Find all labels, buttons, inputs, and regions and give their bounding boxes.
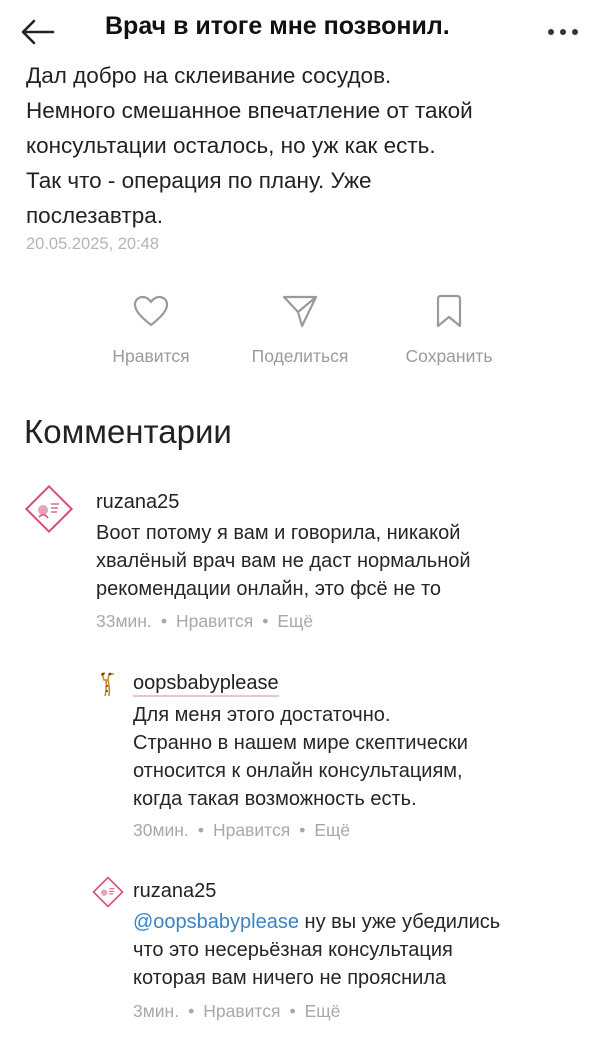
save-button[interactable]: Сохранить	[395, 290, 503, 367]
comment-username[interactable]: ruzana25	[133, 880, 216, 903]
header-bar: Врач в итоге мне позвонил.	[0, 0, 600, 62]
post-line: Дал добро на склеивание сосудов.	[26, 63, 392, 88]
like-label: Нравится	[112, 346, 190, 366]
comment-time: 30мин.	[133, 820, 189, 840]
comments-heading: Комментарии	[24, 413, 232, 450]
comment-meta: 33мин. • Нравится • Ещё	[96, 611, 314, 631]
comment-time: 3мин.	[133, 1001, 180, 1021]
comment-text: @oopsbabyplease ну вы уже убедились что …	[133, 908, 500, 992]
back-button[interactable]	[18, 14, 58, 50]
comment-line: ну вы уже убедились	[298, 911, 501, 933]
more-dots-icon	[548, 29, 554, 35]
comment-like-button[interactable]: Нравится	[176, 611, 253, 631]
post-line: Так что - операция по плану. Уже	[26, 168, 372, 193]
comment-meta: 3мин. • Нравится • Ещё	[133, 1001, 341, 1021]
avatar-diamond-icon	[92, 876, 124, 908]
comment-username[interactable]: oopsbabyplease	[133, 672, 279, 697]
avatar[interactable]	[94, 670, 124, 703]
avatar[interactable]	[92, 876, 124, 913]
avatar[interactable]	[24, 484, 74, 539]
comment-line: Странно в нашем мире скептически	[133, 732, 468, 754]
avatar-diamond-icon	[24, 484, 74, 534]
comment-line: рекомендации онлайн, это фсё не то	[96, 578, 441, 600]
post-actions: Нравится Поделиться Сохранить	[0, 290, 600, 380]
comment-like-button[interactable]: Нравится	[203, 1001, 280, 1021]
comment-line: которая вам ничего не прояснила	[133, 967, 447, 989]
page-title: Врач в итоге мне позвонил.	[105, 12, 450, 40]
arrow-left-icon	[21, 19, 55, 45]
comment-line: Для меня этого достаточно.	[133, 704, 391, 726]
comment-time: 33мин.	[96, 611, 152, 631]
comment-line: что это несерьёзная консультация	[133, 939, 453, 961]
comment-text: Для меня этого достаточно. Странно в наш…	[133, 701, 468, 813]
heart-icon	[133, 295, 169, 327]
post-line: Немного смешанное впечатление от такой	[26, 98, 473, 123]
comment-like-button[interactable]: Нравится	[213, 820, 290, 840]
comment-more-button[interactable]: Ещё	[314, 820, 350, 840]
mention-link[interactable]: @oopsbabyplease	[133, 911, 299, 933]
comment-line: хвалёный врач вам не даст нормальной	[96, 550, 471, 572]
comment-line: когда такая возможность есть.	[133, 788, 417, 810]
comment-line: Воот потому я вам и говорила, никакой	[96, 522, 461, 544]
comment-text: Воот потому я вам и говорила, никакой хв…	[96, 519, 471, 603]
share-send-icon	[282, 295, 318, 328]
post-line: послезавтра.	[26, 203, 163, 228]
like-button[interactable]: Нравится	[104, 290, 198, 367]
save-label: Сохранить	[405, 346, 493, 366]
comment-meta: 30мин. • Нравится • Ещё	[133, 820, 351, 840]
bookmark-icon	[436, 294, 462, 328]
share-button[interactable]: Поделиться	[240, 290, 360, 367]
giraffe-avatar-icon	[100, 672, 114, 697]
more-options-button[interactable]	[542, 26, 578, 38]
post-body: Дал добро на склеивание сосудов. Немного…	[26, 58, 586, 233]
share-label: Поделиться	[251, 346, 349, 366]
post-line: консультации осталось, но уж как есть.	[26, 133, 436, 158]
comment-more-button[interactable]: Ещё	[305, 1001, 341, 1021]
comment-line: относится к онлайн консультациям,	[133, 760, 463, 782]
post-date: 20.05.2025, 20:48	[26, 235, 160, 253]
comment-username[interactable]: ruzana25	[96, 491, 179, 514]
comment-more-button[interactable]: Ещё	[277, 611, 313, 631]
